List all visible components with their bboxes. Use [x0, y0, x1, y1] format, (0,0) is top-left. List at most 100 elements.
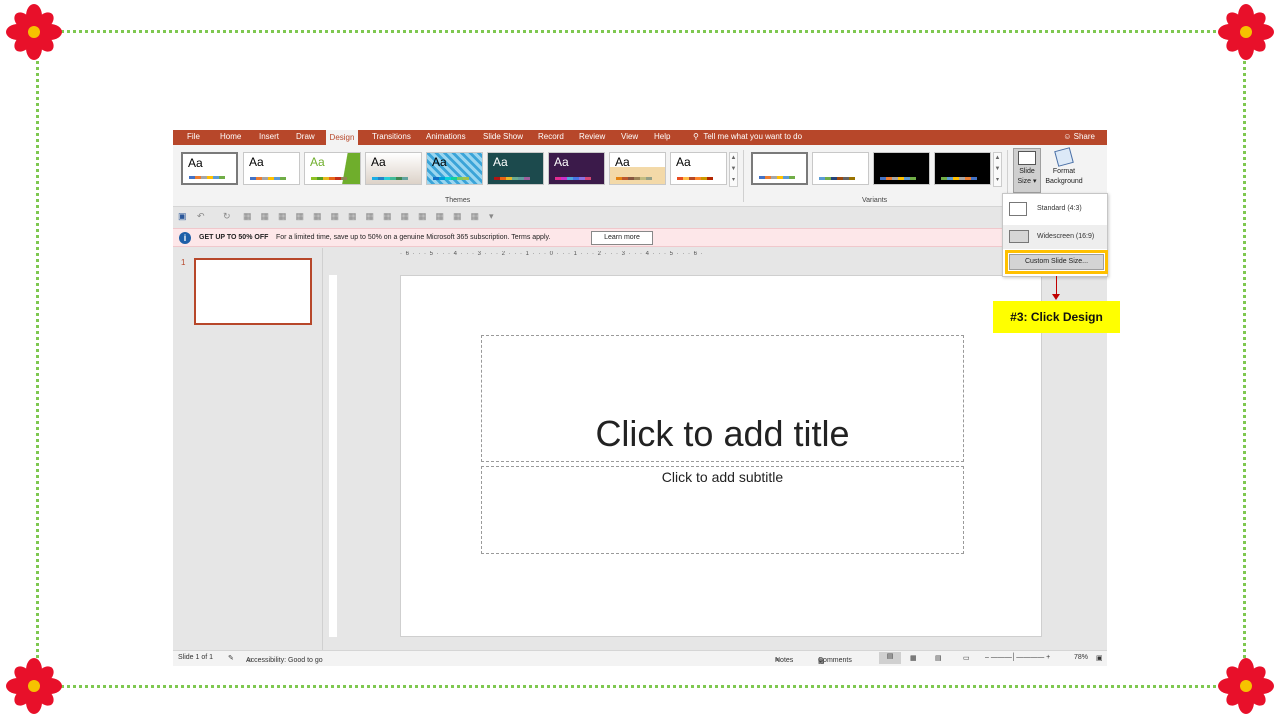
slide-canvas[interactable]: Click to add title Click to add subtitle	[400, 275, 1042, 637]
theme-label: Aa	[615, 155, 630, 169]
toolbar-icons: ▦▦▦▦▦▦▦▦▦▦▦▦▦▦	[243, 211, 489, 221]
tab-slideshow[interactable]: Slide Show	[483, 132, 523, 141]
widescreen-option-label: Widescreen (16:9)	[1037, 233, 1095, 240]
themes-scroll[interactable]: ▲ ▼ ▾	[729, 152, 738, 187]
custom-slide-size-button[interactable]: Custom Slide Size...	[1009, 254, 1104, 270]
powerpoint-window: File Home Insert Draw Design Transitions…	[173, 130, 1107, 666]
horizontal-ruler: · 6 · · · 5 · · · 4 · · · 3 · · · 2 · · …	[400, 251, 704, 257]
theme-ion-boardroom[interactable]: Aa	[487, 152, 544, 185]
tell-me-label: Tell me what you want to do	[703, 132, 803, 141]
slide-size-label: Slide	[1019, 168, 1035, 175]
variants-group-label: Variants	[862, 197, 888, 204]
flower-icon	[1218, 658, 1274, 714]
zoom-slider[interactable]: – ———│———— +	[985, 654, 1050, 661]
standard-option-label: Standard (4:3)	[1037, 205, 1082, 212]
tab-help[interactable]: Help	[654, 132, 670, 141]
format-bg-label: Format	[1052, 168, 1076, 175]
widescreen-slide-icon	[1009, 230, 1029, 243]
theme-label: Aa	[493, 155, 508, 169]
reading-view-icon[interactable]: ▤	[935, 654, 942, 662]
share-button[interactable]: ☺ Share	[1063, 132, 1095, 141]
ribbon-tab-bar: File Home Insert Draw Design Transitions…	[173, 130, 1107, 145]
paint-bucket-icon	[1054, 147, 1074, 167]
person-icon: ☺	[1063, 132, 1074, 141]
theme-integral[interactable]: Aa	[365, 152, 422, 185]
theme-office-2[interactable]: Aa	[243, 152, 300, 185]
tab-draw[interactable]: Draw	[296, 132, 315, 141]
standard-slide-icon	[1009, 202, 1027, 216]
theme-slice[interactable]: Aa	[670, 152, 727, 185]
slide-number: 1	[181, 258, 186, 267]
format-bg-label-2: Background	[1045, 178, 1083, 185]
theme-label: Aa	[249, 155, 264, 169]
variant-1[interactable]	[751, 152, 808, 185]
callout-arrow-head	[1052, 294, 1060, 300]
variant-2[interactable]	[812, 152, 869, 185]
themes-group-label: Themes	[445, 197, 471, 204]
theme-label: Aa	[554, 155, 569, 169]
widescreen-16-9-option[interactable]: Widescreen (16:9)	[1003, 225, 1107, 249]
learn-more-button[interactable]: Learn more	[591, 231, 653, 245]
quick-access-toolbar: ▣ ↶ ↻ ▦▦▦▦▦▦▦▦▦▦▦▦▦▦ ▾	[173, 208, 1107, 228]
subtitle-placeholder[interactable]: Click to add subtitle	[481, 466, 964, 554]
promo-message-bar: i GET UP TO 50% OFF For a limited time, …	[173, 228, 1107, 247]
tab-view[interactable]: View	[621, 132, 638, 141]
tab-design[interactable]: Design	[326, 130, 358, 145]
normal-view-icon[interactable]: ▤	[879, 652, 901, 664]
customize-toolbar-icon[interactable]: ▾	[489, 211, 494, 222]
undo-icon[interactable]: ↶	[197, 211, 205, 222]
spelling-icon[interactable]: ✎	[228, 654, 234, 662]
fit-slide-icon[interactable]: ▣	[1096, 654, 1103, 662]
format-background-button[interactable]: Format Background	[1040, 147, 1088, 193]
tab-home[interactable]: Home	[220, 132, 241, 141]
slide-sorter-icon[interactable]: ▦	[910, 654, 917, 662]
theme-label: Aa	[371, 155, 386, 169]
theme-ion[interactable]: Aa	[426, 152, 483, 185]
redo-icon[interactable]: ↻	[223, 211, 231, 222]
slide-size-label-2: Size	[1017, 178, 1032, 185]
slide-size-button[interactable]: Slide Size ▾	[1013, 148, 1041, 193]
slideshow-view-icon[interactable]: ▭	[963, 654, 970, 662]
info-icon: i	[179, 232, 191, 244]
tab-review[interactable]: Review	[579, 132, 605, 141]
flower-icon	[6, 658, 62, 714]
tab-file[interactable]: File	[187, 132, 200, 141]
theme-facet[interactable]: Aa	[304, 152, 361, 185]
design-ribbon: Aa Aa Aa Aa Aa Aa Aa Aa Aa ▲ ▼ ▾ Themes …	[173, 145, 1107, 207]
tab-transitions[interactable]: Transitions	[372, 132, 411, 141]
zoom-level[interactable]: 78%	[1074, 654, 1088, 661]
theme-office[interactable]: Aa	[181, 152, 238, 185]
vertical-ruler	[329, 275, 337, 637]
variants-scroll[interactable]: ▲ ▼ ▾	[993, 152, 1002, 187]
theme-label: Aa	[188, 156, 203, 170]
save-icon[interactable]: ▣	[178, 211, 187, 222]
variant-3[interactable]	[873, 152, 930, 185]
share-label: Share	[1073, 132, 1095, 141]
status-bar: Slide 1 of 1 ✎ ☺ Accessibility: Good to …	[173, 650, 1107, 666]
tell-me-search[interactable]: ⚲ Tell me what you want to do	[693, 132, 802, 141]
flower-icon	[6, 4, 62, 60]
theme-label: Aa	[676, 155, 691, 169]
slide-count: Slide 1 of 1	[178, 654, 214, 661]
comments-label: Comments	[818, 657, 852, 664]
title-placeholder[interactable]: Click to add title	[481, 335, 964, 462]
theme-organic[interactable]: Aa	[548, 152, 605, 185]
theme-retrospect[interactable]: Aa	[609, 152, 666, 185]
subtitle-placeholder-text: Click to add subtitle	[661, 469, 784, 485]
slide-thumbnail-pane: 1	[173, 248, 323, 650]
lightbulb-icon: ⚲	[693, 132, 704, 141]
flower-icon	[1218, 4, 1274, 60]
custom-slide-size-highlight: Custom Slide Size...	[1005, 250, 1108, 274]
theme-label: Aa	[432, 155, 447, 169]
tab-insert[interactable]: Insert	[259, 132, 279, 141]
title-placeholder-text: Click to add title	[595, 413, 850, 454]
slide-thumbnail[interactable]	[194, 258, 312, 325]
accessibility-label: Accessibility: Good to go	[246, 657, 323, 664]
theme-label: Aa	[310, 155, 325, 169]
callout-arrow	[1056, 276, 1057, 296]
tab-animations[interactable]: Animations	[426, 132, 466, 141]
standard-4-3-option[interactable]: Standard (4:3)	[1009, 197, 1103, 221]
slide-size-icon	[1018, 151, 1036, 165]
variant-4[interactable]	[934, 152, 991, 185]
tab-record[interactable]: Record	[538, 132, 564, 141]
